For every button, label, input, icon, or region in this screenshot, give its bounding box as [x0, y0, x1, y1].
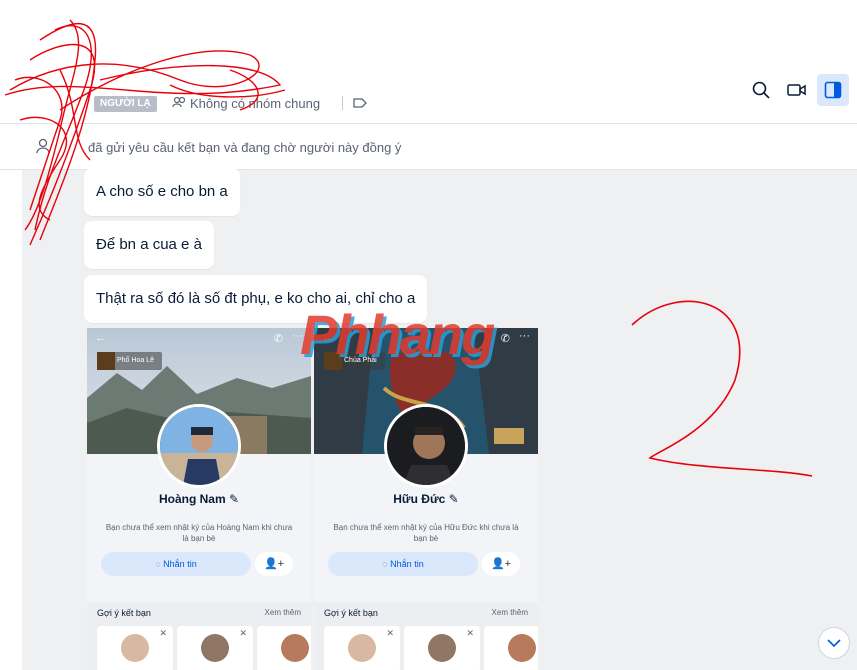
suggest-label: Gợi ý kết bạn — [97, 608, 151, 618]
profile-description: Bạn chưa thể xem nhật ký của Hoàng Nam k… — [105, 523, 293, 543]
add-friend-button: 👤+ — [482, 552, 520, 576]
profile-music: Phố Hoa Lê — [97, 352, 162, 370]
image-message-profile-1[interactable]: ← ✆ ··· Phố Hoa Lê Hoàng Nam ✎ Bạn chưa … — [87, 328, 311, 670]
add-friend-button: 👤+ — [255, 552, 293, 576]
message-bubble[interactable]: A cho số e cho bn a — [84, 168, 240, 216]
suggest-label: Gợi ý kết bạn — [324, 608, 378, 618]
scroll-to-bottom-button[interactable] — [818, 627, 850, 659]
suggestion-card: ✕ — [257, 626, 311, 670]
watermark: Phhang — [300, 303, 495, 366]
search-button[interactable] — [745, 74, 777, 106]
close-icon: ✕ — [466, 628, 474, 638]
chat-icon: ◌ — [382, 559, 388, 569]
chat-messages-area[interactable]: A cho số e cho bn a Để bn a cua e à Thật… — [22, 168, 857, 670]
notice-text: đã gửi yêu cầu kết bạn và đang chờ người… — [88, 140, 402, 155]
back-arrow-icon: ← — [95, 332, 106, 344]
profile-name: Hữu Đức ✎ — [393, 492, 459, 506]
profile-description: Bạn chưa thể xem nhật ký của Hữu Đức khi… — [333, 523, 519, 543]
video-call-button[interactable] — [781, 74, 813, 106]
close-icon: ✕ — [239, 628, 247, 638]
avatar — [157, 404, 241, 488]
message-bubble[interactable]: Để bn a cua e à — [84, 221, 214, 269]
chevron-down-icon — [827, 639, 841, 648]
profile-name: Hoàng Nam ✎ — [158, 492, 240, 506]
sidebar-toggle-button[interactable] — [817, 74, 849, 106]
close-icon: ✕ — [386, 628, 394, 638]
message-button: ◌ Nhắn tin — [101, 552, 251, 576]
more-icon: ··· — [519, 330, 530, 342]
music-title: Phố Hoa Lê — [117, 357, 154, 364]
see-more-link: Xem thêm — [264, 608, 301, 617]
stranger-badge: NGƯỜI LẠ — [94, 96, 157, 112]
edit-icon: ✎ — [448, 492, 459, 506]
edit-icon: ✎ — [228, 492, 240, 506]
close-icon: ✕ — [159, 628, 167, 638]
suggestion-card: ✕ — [177, 626, 253, 670]
see-more-link: Xem thêm — [491, 608, 528, 617]
image-message-profile-2[interactable]: ← ✆ ··· Chùa Phải Hữu Đức ✎ Bạn chưa thể… — [314, 328, 538, 670]
avatar — [384, 404, 468, 488]
user-add-icon — [36, 138, 54, 159]
common-groups-info[interactable]: Không có nhóm chung — [172, 96, 320, 111]
phone-icon: ✆ — [273, 333, 283, 345]
suggestion-card: ✕ — [324, 626, 400, 670]
suggestion-card: ✕ — [404, 626, 480, 670]
message-button: ◌ Nhắn tin — [328, 552, 478, 576]
search-icon — [752, 81, 770, 99]
play-icon — [97, 352, 115, 370]
chat-icon: ◌ — [155, 559, 161, 569]
video-call-icon — [787, 84, 806, 96]
suggestion-card: ✕ — [484, 626, 538, 670]
friend-request-notice: đã gửi yêu cầu kết bạn và đang chờ người… — [0, 124, 857, 170]
common-groups-label: Không có nhóm chung — [190, 96, 321, 111]
phone-icon: ✆ — [500, 333, 510, 345]
cover-top-icons: ← ✆ ··· — [95, 330, 303, 346]
sidebar-toggle-icon — [824, 81, 842, 99]
tag-icon[interactable] — [352, 96, 368, 115]
group-icon — [172, 96, 186, 111]
chat-header: NGƯỜI LẠ Không có nhóm chung — [0, 0, 857, 124]
suggestion-card: ✕ — [97, 626, 173, 670]
divider — [342, 96, 343, 110]
